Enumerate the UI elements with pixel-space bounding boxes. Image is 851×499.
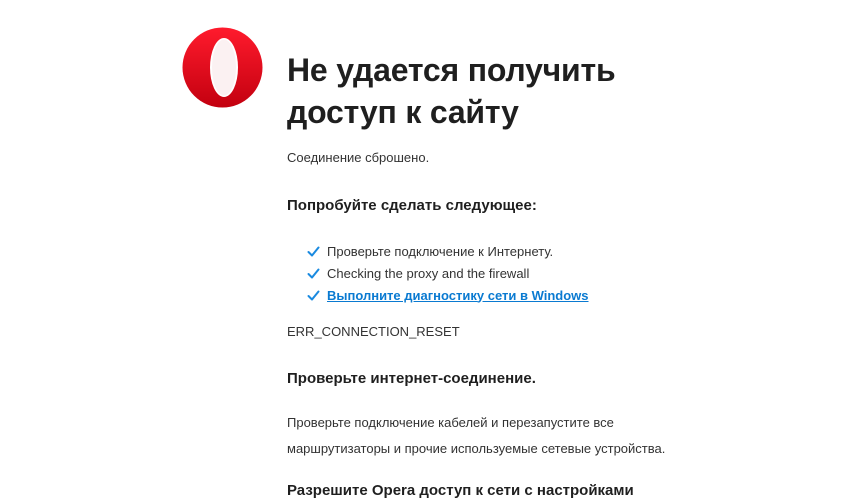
suggestions-list: Проверьте подключение к Интернету. Check…	[307, 240, 589, 306]
check-icon	[307, 268, 320, 278]
error-code: ERR_CONNECTION_RESET	[287, 324, 460, 339]
error-description: Соединение сброшено.	[287, 150, 430, 165]
check-icon	[307, 290, 320, 300]
suggestion-item-proxy-firewall: Checking the proxy and the firewall	[307, 262, 589, 284]
suggestion-text: Проверьте подключение к Интернету.	[327, 243, 554, 259]
connection-heading: Проверьте интернет-соединение.	[287, 370, 536, 387]
network-diagnostics-link[interactable]: Выполните диагностику сети в Windows	[327, 288, 589, 303]
connection-text: Проверьте подключение кабелей и перезапу…	[287, 415, 666, 456]
access-heading: Разрешите Opera доступ к сети с настройк…	[287, 482, 634, 499]
suggestions-heading: Попробуйте сделать следующее:	[287, 197, 537, 214]
suggestion-item-check-connection: Проверьте подключение к Интернету.	[307, 240, 589, 262]
page-title: Не удается получить доступ к сайту	[287, 52, 616, 130]
suggestion-item-network-diagnostics: Выполните диагностику сети в Windows	[307, 284, 589, 306]
check-icon	[307, 246, 320, 256]
opera-logo-icon	[182, 27, 263, 108]
suggestion-text: Checking the proxy and the firewall	[327, 265, 530, 281]
error-page: Не удается получить доступ к сайту Соеди…	[0, 0, 851, 499]
